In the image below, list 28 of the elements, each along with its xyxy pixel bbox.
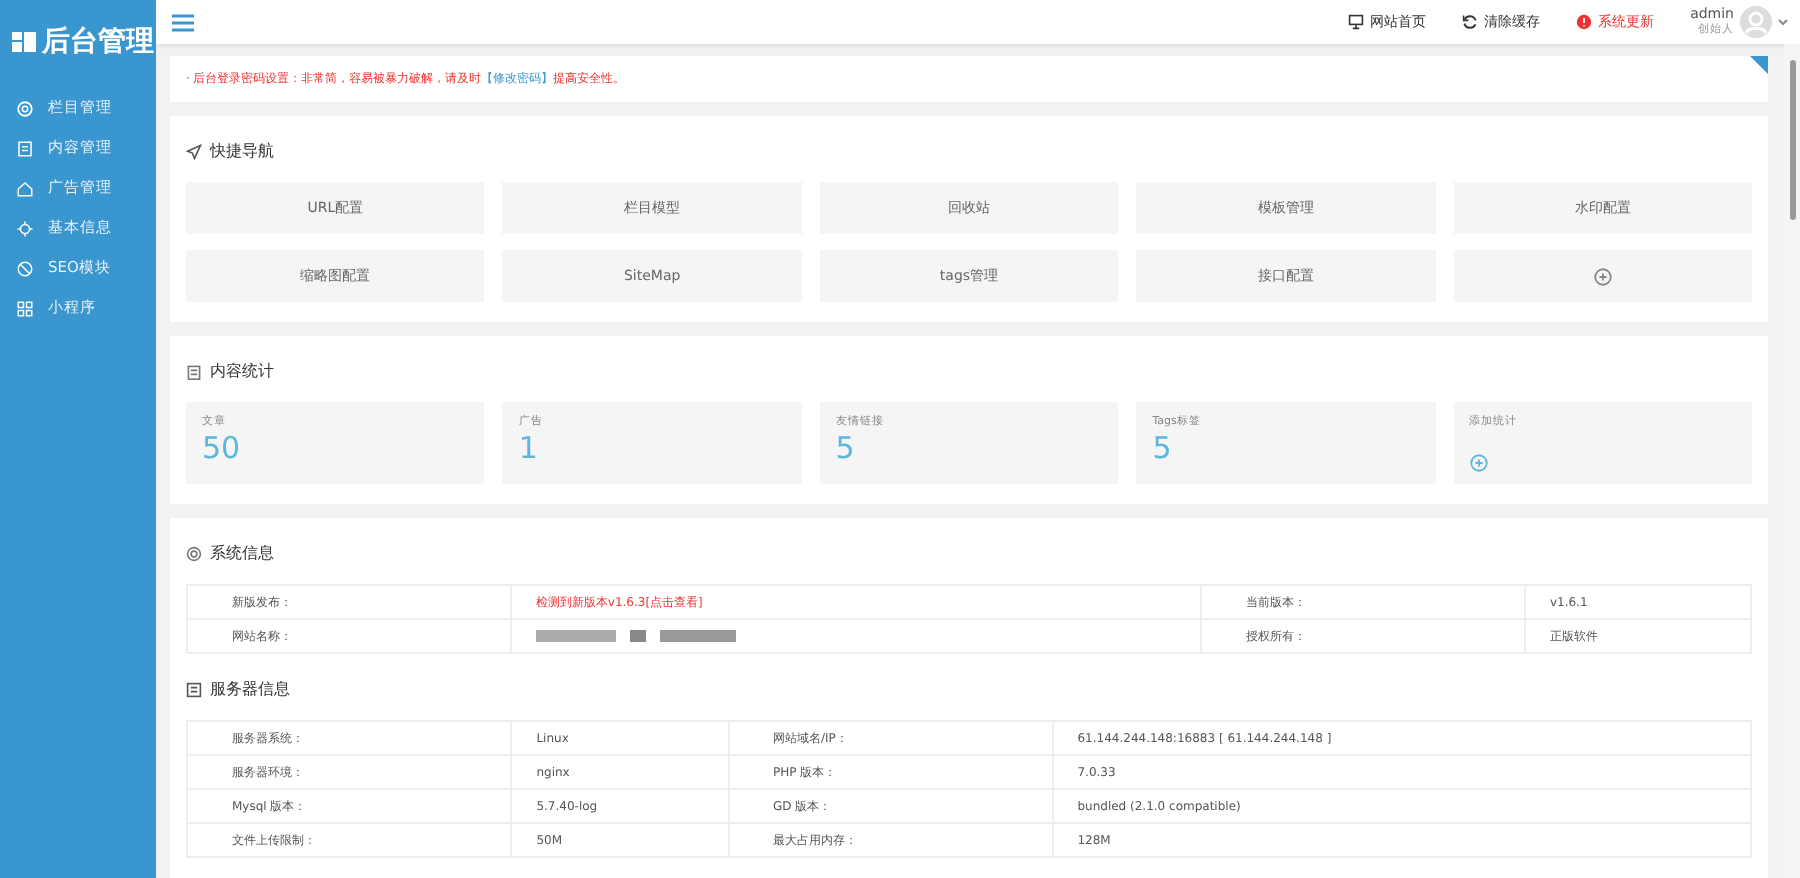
section-title: 系统信息 bbox=[210, 542, 274, 564]
section-title: 内容统计 bbox=[210, 360, 274, 382]
alert-icon bbox=[1576, 14, 1593, 30]
plus-circle-icon bbox=[1469, 454, 1488, 472]
stat-value: 1 bbox=[518, 432, 538, 464]
settings-icon bbox=[16, 219, 34, 237]
list-icon bbox=[186, 681, 202, 697]
logo-icon bbox=[12, 32, 36, 52]
section-title: 服务器信息 bbox=[210, 678, 290, 700]
refresh-icon bbox=[1462, 14, 1479, 30]
house-icon bbox=[16, 179, 34, 197]
section-title: 快捷导航 bbox=[210, 140, 274, 162]
gear-icon bbox=[16, 99, 34, 117]
monitor-icon bbox=[1348, 14, 1365, 30]
caret-icon[interactable] bbox=[1778, 18, 1788, 26]
logo-text: 后台管理 bbox=[42, 24, 154, 60]
menu-icon[interactable] bbox=[172, 13, 194, 31]
clipboard-icon bbox=[186, 363, 202, 379]
scrollbar-thumb[interactable] bbox=[1789, 60, 1795, 220]
stat-value: 50 bbox=[202, 432, 241, 464]
stat-value: 5 bbox=[1152, 432, 1172, 464]
document-icon bbox=[16, 139, 34, 157]
paper-plane-icon bbox=[186, 143, 202, 159]
plus-circle-icon bbox=[1593, 267, 1612, 285]
gear-icon bbox=[186, 545, 202, 561]
stat-value: 5 bbox=[835, 432, 855, 464]
prohibited-icon bbox=[16, 259, 34, 277]
grid-icon bbox=[16, 299, 34, 317]
